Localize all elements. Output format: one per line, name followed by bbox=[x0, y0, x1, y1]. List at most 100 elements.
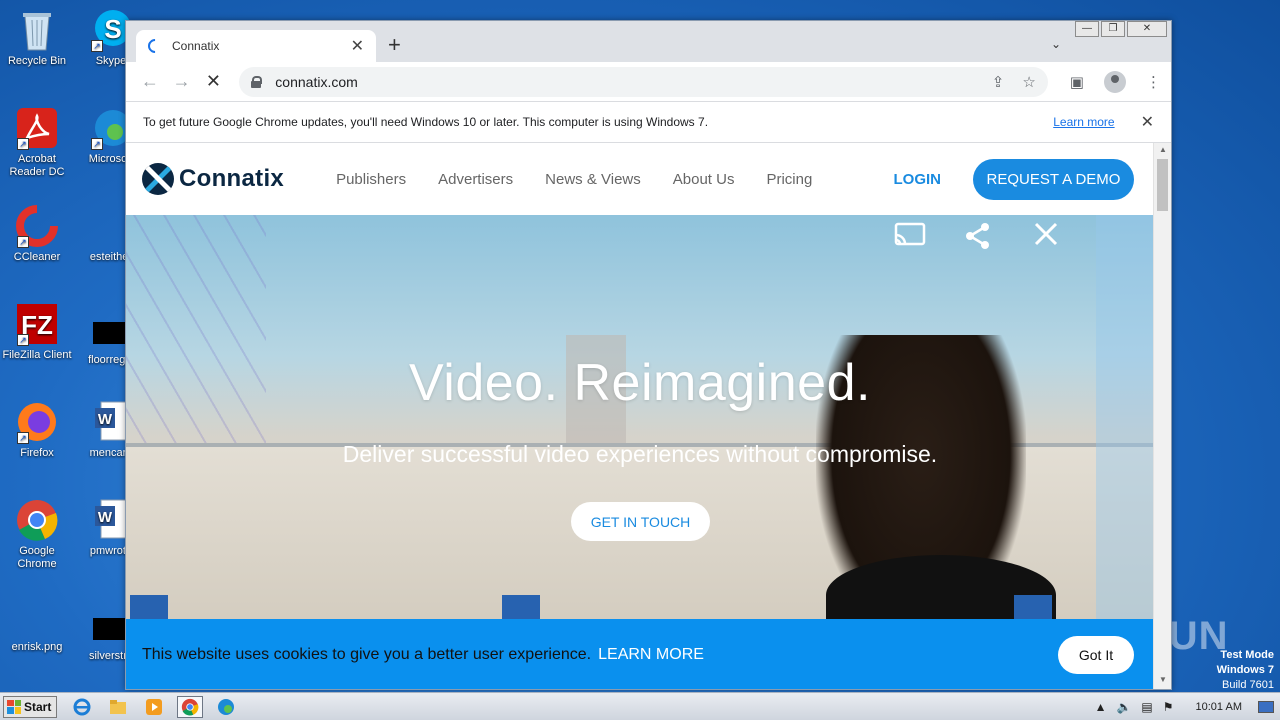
login-link[interactable]: LOGIN bbox=[894, 171, 942, 188]
scroll-down-arrow-icon[interactable]: ▼ bbox=[1154, 675, 1171, 689]
tray-expand-icon[interactable]: ▲ bbox=[1095, 700, 1107, 714]
update-infobar: To get future Google Chrome updates, you… bbox=[126, 101, 1171, 143]
file-thumbnail-icon bbox=[93, 618, 129, 640]
nav-pricing[interactable]: Pricing bbox=[766, 171, 812, 188]
desktop-icon-ccleaner[interactable]: ↗ CCleaner bbox=[0, 204, 74, 264]
browser-tab[interactable]: Connatix ✕ bbox=[136, 30, 376, 62]
connatix-logo-icon bbox=[142, 163, 174, 195]
request-demo-button[interactable]: REQUEST A DEMO bbox=[973, 158, 1134, 200]
windows-version-line: Windows 7 bbox=[1216, 664, 1274, 676]
shortcut-arrow-icon: ↗ bbox=[91, 138, 103, 150]
chrome-taskbar-icon[interactable] bbox=[177, 695, 203, 718]
window-controls: — ❐ ✕ bbox=[1075, 21, 1167, 37]
maximize-button[interactable]: ❐ bbox=[1101, 21, 1125, 37]
clock[interactable]: 10:01 AM bbox=[1196, 701, 1242, 713]
desktop-icon-label: enrisk.png bbox=[11, 641, 63, 653]
connatix-logo[interactable]: Connatix bbox=[142, 163, 284, 195]
recycle-bin-icon bbox=[15, 8, 59, 52]
test-mode-line: Test Mode bbox=[1220, 649, 1274, 661]
menu-dots-icon[interactable]: ⋮ bbox=[1146, 73, 1161, 91]
start-button[interactable]: Start bbox=[3, 695, 57, 718]
nav-advertisers[interactable]: Advertisers bbox=[438, 171, 513, 188]
hero-decor bbox=[1096, 215, 1154, 619]
action-center-flag-icon[interactable]: ⚑ bbox=[1163, 700, 1174, 714]
loading-spinner-icon bbox=[145, 36, 165, 56]
lock-icon[interactable] bbox=[251, 75, 263, 88]
bookmark-star-icon[interactable]: ☆ bbox=[1022, 73, 1035, 91]
scroll-thumb[interactable] bbox=[1157, 159, 1168, 211]
network-icon[interactable]: ▤ bbox=[1141, 700, 1152, 714]
shortcut-arrow-icon: ↗ bbox=[17, 138, 29, 150]
infobar-learn-more-link[interactable]: Learn more bbox=[1053, 115, 1114, 129]
explorer-taskbar-icon[interactable] bbox=[105, 696, 131, 718]
desktop-icon-enrisk[interactable]: enrisk.png bbox=[0, 618, 74, 654]
stop-loading-button[interactable]: ✕ bbox=[200, 71, 228, 92]
tab-title: Connatix bbox=[172, 39, 220, 53]
profile-avatar-icon[interactable] bbox=[1103, 70, 1126, 93]
new-tab-button[interactable]: + bbox=[388, 34, 401, 56]
desktop-icon-label: Google Chrome bbox=[17, 545, 57, 570]
infobar-message: To get future Google Chrome updates, you… bbox=[143, 115, 709, 129]
build-line: Build 7601 bbox=[1222, 679, 1274, 691]
nav-publishers[interactable]: Publishers bbox=[336, 171, 406, 188]
acrobat-icon: ↗ bbox=[15, 106, 59, 150]
media-player-taskbar-icon[interactable] bbox=[141, 696, 167, 718]
share-icon[interactable]: ⇪ bbox=[992, 73, 1005, 91]
taskbar: Start ▲ 🔈 ▤ ⚑ 10:01 AM bbox=[0, 692, 1280, 720]
nav-about-us[interactable]: About Us bbox=[673, 171, 735, 188]
shortcut-arrow-icon: ↗ bbox=[91, 40, 103, 52]
url-text[interactable]: connatix.com bbox=[275, 74, 357, 90]
svg-text:W: W bbox=[98, 509, 113, 526]
share-video-icon[interactable] bbox=[960, 221, 996, 253]
show-desktop-button[interactable] bbox=[1258, 700, 1274, 713]
cookie-text: This website uses cookies to give you a … bbox=[142, 646, 592, 663]
hero-subtitle: Deliver successful video experiences wit… bbox=[342, 441, 938, 467]
minimize-button[interactable]: — bbox=[1075, 21, 1099, 37]
back-button[interactable]: ← bbox=[136, 71, 164, 92]
desktop-icon-label: Recycle Bin bbox=[7, 55, 67, 67]
hero-video[interactable]: Video. Reimagined. Deliver successful vi… bbox=[126, 215, 1154, 619]
ccleaner-icon: ↗ bbox=[15, 204, 59, 248]
svg-text:W: W bbox=[98, 411, 113, 428]
desktop-icon-recycle-bin[interactable]: Recycle Bin bbox=[0, 8, 74, 68]
image-file-icon bbox=[15, 618, 59, 638]
desktop-icon-acrobat[interactable]: ↗ Acrobat Reader DC bbox=[0, 106, 74, 179]
tab-close-icon[interactable]: ✕ bbox=[351, 36, 364, 56]
edge-taskbar-icon[interactable] bbox=[213, 696, 239, 718]
get-in-touch-button[interactable]: GET IN TOUCH bbox=[571, 502, 710, 541]
desktop-icon-filezilla[interactable]: FZ ↗ FileZilla Client bbox=[0, 302, 74, 362]
desktop-icon-label: FileZilla Client bbox=[2, 349, 72, 361]
page-viewport: Connatix Publishers Advertisers News & V… bbox=[126, 143, 1154, 689]
chrome-window: — ❐ ✕ Connatix ✕ + ⌄ ← → ✕ connatix.com … bbox=[125, 20, 1172, 690]
desktop-icon-firefox[interactable]: ↗ Firefox bbox=[0, 400, 74, 460]
ie-taskbar-icon[interactable] bbox=[69, 696, 95, 718]
window-close-button[interactable]: ✕ bbox=[1127, 21, 1167, 37]
scroll-up-arrow-icon[interactable]: ▲ bbox=[1154, 145, 1171, 159]
system-tray: ▲ 🔈 ▤ ⚑ 10:01 AM bbox=[1095, 700, 1274, 714]
shortcut-arrow-icon: ↗ bbox=[17, 432, 29, 444]
close-video-icon[interactable] bbox=[1028, 221, 1064, 253]
volume-icon[interactable]: 🔈 bbox=[1116, 700, 1131, 714]
desktop-icon-label: CCleaner bbox=[13, 251, 61, 263]
accessibility-sign-icon bbox=[1014, 595, 1052, 619]
cast-icon[interactable] bbox=[892, 221, 928, 253]
svg-text:S: S bbox=[104, 14, 121, 44]
filezilla-icon: FZ ↗ bbox=[15, 302, 59, 346]
hero-title: Video. Reimagined. bbox=[409, 354, 871, 412]
windows-logo-icon bbox=[7, 699, 21, 714]
address-bar[interactable]: connatix.com ⇪ ☆ bbox=[239, 66, 1048, 97]
nav-news-views[interactable]: News & Views bbox=[545, 171, 641, 188]
chrome-icon bbox=[15, 498, 59, 542]
forward-button[interactable]: → bbox=[168, 71, 196, 92]
page-scrollbar[interactable]: ▲ ▼ bbox=[1153, 143, 1171, 689]
desktop-icon-chrome[interactable]: Google Chrome bbox=[0, 498, 74, 571]
tab-search-chevron-icon[interactable]: ⌄ bbox=[1051, 37, 1061, 51]
infobar-close-icon[interactable]: ✕ bbox=[1141, 112, 1154, 132]
cookie-learn-more-link[interactable]: LEARN MORE bbox=[598, 646, 704, 664]
firefox-icon: ↗ bbox=[15, 400, 59, 444]
desktop-icon-label: Acrobat Reader DC bbox=[9, 153, 65, 178]
cookie-accept-button[interactable]: Got It bbox=[1058, 636, 1134, 674]
side-panel-icon[interactable]: ▣ bbox=[1070, 73, 1084, 91]
shortcut-arrow-icon: ↗ bbox=[17, 236, 29, 248]
desktop-icon-label: Firefox bbox=[20, 447, 54, 459]
